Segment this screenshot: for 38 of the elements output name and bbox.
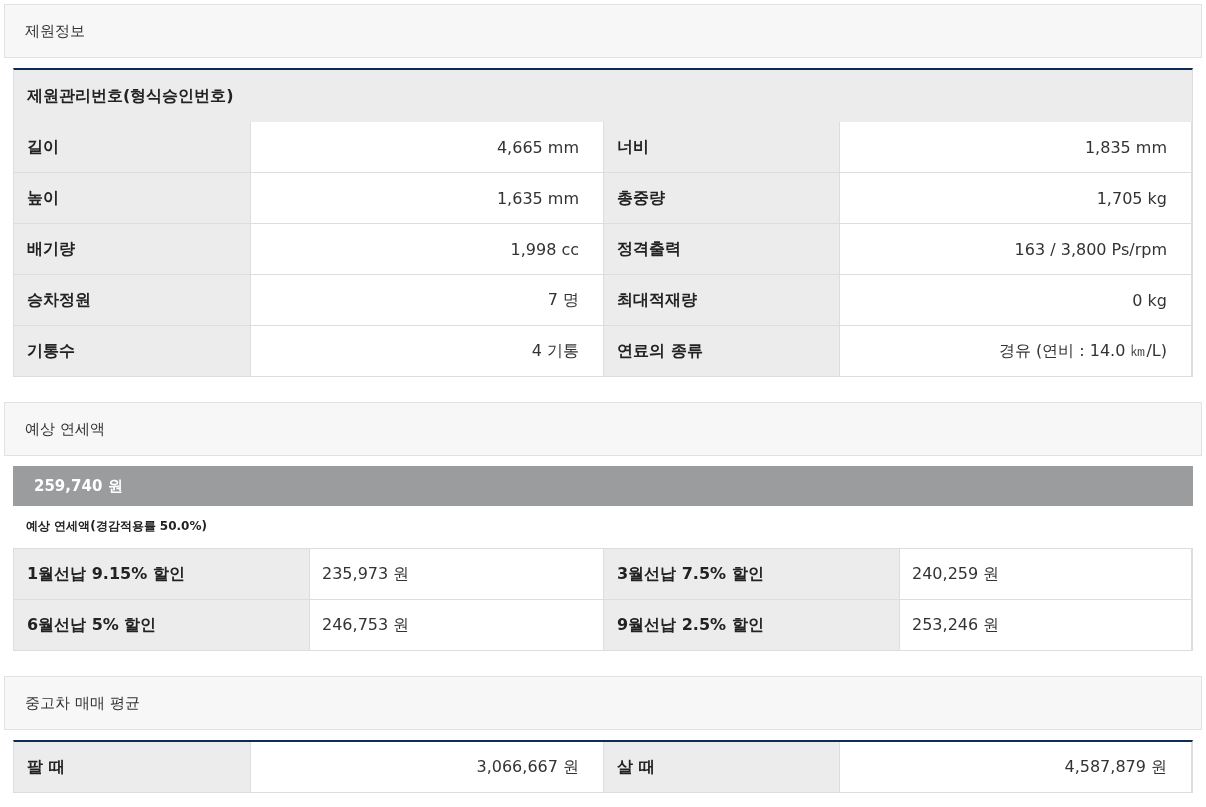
row-label: 6월선납 5% 할인 — [14, 600, 309, 651]
section-title: 중고차 매매 평균 — [25, 693, 140, 713]
row-label: 너비 — [604, 122, 839, 173]
row-value: 1,998 cc — [250, 224, 604, 275]
section-title: 제원정보 — [25, 21, 85, 41]
row-value: 240,259 원 — [899, 549, 1192, 600]
row-value: 246,753 원 — [309, 600, 604, 651]
row-value: 4,665 mm — [250, 122, 604, 173]
row-value: 235,973 원 — [309, 549, 604, 600]
row-label: 최대적재량 — [604, 275, 839, 326]
row-label: 승차정원 — [14, 275, 250, 326]
row-label: 길이 — [14, 122, 250, 173]
row-label: 1월선납 9.15% 할인 — [14, 549, 309, 600]
row-label: 기통수 — [14, 326, 250, 377]
row-label: 3월선납 7.5% 할인 — [604, 549, 899, 600]
row-label: 높이 — [14, 173, 250, 224]
total-amount: 259,740 원 — [34, 476, 123, 496]
row-value: 7 명 — [250, 275, 604, 326]
row-value: 1,705 kg — [839, 173, 1192, 224]
row-value: 1,835 mm — [839, 122, 1192, 173]
tax-note: 예상 연세액(경감적용률 50.0%) — [26, 518, 208, 535]
row-label: 살 때 — [604, 742, 839, 793]
row-value: 253,246 원 — [899, 600, 1192, 651]
row-value: 4 기통 — [250, 326, 604, 377]
row-value: 0 kg — [839, 275, 1192, 326]
row-value: 경유 (연비 : 14.0 ㎞/L) — [839, 326, 1192, 377]
table-caption: 제원관리번호(형식승인번호) — [14, 70, 1192, 122]
row-label: 9월선납 2.5% 할인 — [604, 600, 899, 651]
row-value: 4,587,879 원 — [839, 742, 1192, 793]
row-value: 3,066,667 원 — [250, 742, 604, 793]
section-title: 예상 연세액 — [25, 419, 105, 439]
row-label: 총중량 — [604, 173, 839, 224]
row-value: 163 / 3,800 Ps/rpm — [839, 224, 1192, 275]
row-value: 1,635 mm — [250, 173, 604, 224]
row-label: 배기량 — [14, 224, 250, 275]
row-label: 정격출력 — [604, 224, 839, 275]
row-label: 연료의 종류 — [604, 326, 839, 377]
row-label: 팔 때 — [14, 742, 250, 793]
